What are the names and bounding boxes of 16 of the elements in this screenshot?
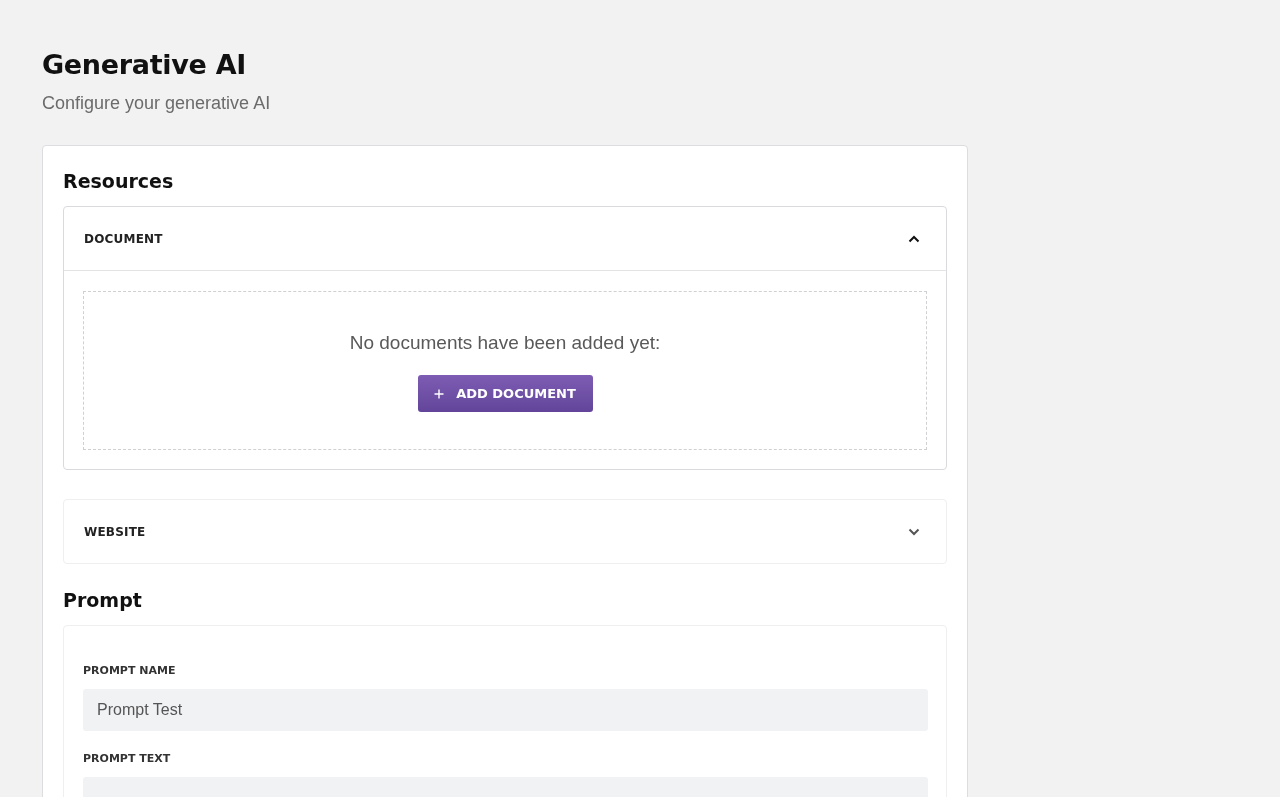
accordion-label: WEBSITE <box>84 524 146 539</box>
resources-heading: Resources <box>63 169 174 193</box>
chevron-up-icon[interactable] <box>908 234 920 243</box>
plus-icon <box>434 388 445 399</box>
page-title: Generative AI <box>42 48 247 82</box>
field-label: PROMPT TEXT <box>83 752 171 766</box>
add-document-button[interactable]: ADD DOCUMENT <box>417 375 593 412</box>
empty-message: No documents have been added yet: <box>349 331 661 355</box>
accordion-header[interactable]: DOCUMENT <box>64 207 946 270</box>
page-subtitle: Configure your generative AI <box>42 92 271 114</box>
prompt-name-field[interactable]: Prompt Test <box>83 689 928 731</box>
accordion-header[interactable]: WEBSITE <box>64 500 946 563</box>
field-label: PROMPT NAME <box>83 664 176 678</box>
accordion-label: DOCUMENT <box>84 231 163 246</box>
prompt-heading: Prompt <box>63 588 142 612</box>
chevron-down-icon[interactable] <box>908 527 920 536</box>
